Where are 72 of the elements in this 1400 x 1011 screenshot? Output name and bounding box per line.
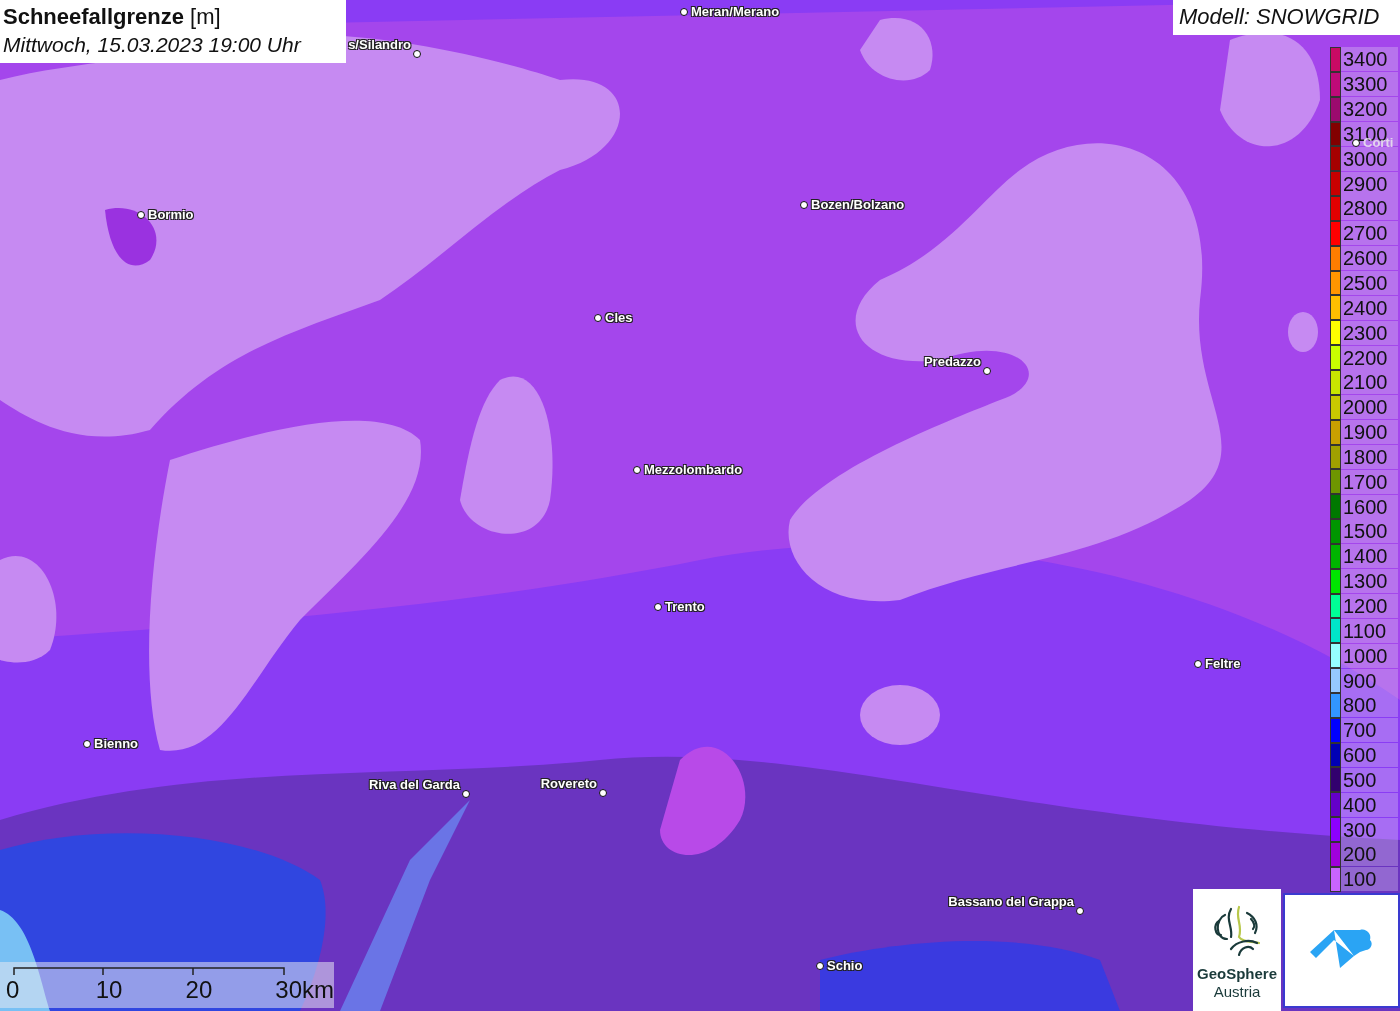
- logo-text: Austria: [1213, 983, 1261, 1001]
- legend-label: 800: [1341, 693, 1398, 718]
- scale-label: 0: [6, 975, 21, 1005]
- legend-label: 1200: [1341, 594, 1398, 618]
- legend-label: 2200: [1341, 345, 1398, 370]
- place-label: Bassano del Grappa: [948, 894, 1074, 909]
- place-marker-icon: [800, 201, 808, 209]
- model-label: Modell: SNOWGRID: [1173, 0, 1400, 35]
- legend-label: 2900: [1341, 171, 1398, 196]
- place-marker-icon: [1194, 660, 1202, 668]
- legend-label: 2300: [1341, 320, 1398, 345]
- legend-label: 300: [1341, 817, 1398, 842]
- legend-label: 400: [1341, 792, 1398, 817]
- legend-label: 500: [1341, 767, 1398, 792]
- legend-label: 1500: [1341, 519, 1398, 544]
- place-marker-icon: [137, 211, 145, 219]
- place-label: Cles: [605, 310, 633, 325]
- place-marker-icon: [83, 740, 91, 748]
- place-marker-icon: [1076, 907, 1084, 915]
- place-label: s/Silandro: [348, 37, 411, 52]
- place-marker-icon: [462, 790, 470, 798]
- place-marker-icon: [654, 603, 662, 611]
- place-marker-icon: [413, 50, 421, 58]
- logo-text: GeoSphere: [1197, 965, 1277, 983]
- scale-bar-icon: [13, 967, 285, 975]
- place-label: Riva del Garda: [368, 777, 460, 792]
- legend-label: 3400: [1341, 47, 1398, 72]
- legend-label: 1900: [1341, 420, 1398, 445]
- legend-label: 1100: [1341, 618, 1398, 643]
- legend-label: 1000: [1341, 643, 1398, 668]
- legend-label: 1700: [1341, 469, 1398, 494]
- map-title: Schneefallgrenze [m]: [3, 3, 222, 31]
- legend-label: 900: [1341, 668, 1398, 693]
- scale-label: 20: [185, 975, 214, 1005]
- place-label: Rovereto: [540, 776, 597, 791]
- legend-label: 2000: [1341, 395, 1398, 420]
- legend-label: 200: [1341, 842, 1398, 867]
- place-label: Predazzo: [923, 354, 981, 369]
- legend-label: 1400: [1341, 544, 1398, 569]
- legend-label: 1300: [1341, 569, 1398, 594]
- place-marker-icon: [1352, 139, 1360, 147]
- place-label: Schio: [827, 958, 863, 973]
- place-label: Bormio: [148, 207, 194, 222]
- legend-label: 2100: [1341, 370, 1398, 395]
- map-datetime: Mittwoch, 15.03.2023 19:00 Uhr: [3, 32, 303, 58]
- place-label: Trento: [665, 599, 705, 614]
- place-label: Meran/Merano: [691, 4, 780, 19]
- legend-label: 600: [1341, 743, 1398, 768]
- legend-label: 2400: [1341, 295, 1398, 320]
- legend-label: 2800: [1341, 196, 1398, 221]
- place-marker-icon: [633, 466, 641, 474]
- legend-label: 3000: [1341, 146, 1398, 171]
- place-label: Feltre: [1205, 656, 1241, 671]
- scale-label: 30km: [275, 975, 334, 1005]
- scale-label: 10: [95, 975, 124, 1005]
- legend-label: 2700: [1341, 221, 1398, 246]
- legend-label: 100: [1341, 867, 1398, 892]
- place-marker-icon: [599, 789, 607, 797]
- place-label: Mezzolombardo: [644, 462, 743, 477]
- legend-label: 1800: [1341, 444, 1398, 469]
- legend-label: 700: [1341, 718, 1398, 743]
- legend-label: 3300: [1341, 72, 1398, 97]
- place-marker-icon: [816, 962, 824, 970]
- legend-label: 2500: [1341, 271, 1398, 295]
- legend-label: 1600: [1341, 494, 1398, 519]
- place-marker-icon: [680, 8, 688, 16]
- place-label: Bienno: [94, 736, 139, 751]
- legend-label: 3200: [1341, 97, 1398, 122]
- place-marker-icon: [594, 314, 602, 322]
- legend-label: 2600: [1341, 246, 1398, 271]
- place-label: Bozen/Bolzano: [811, 197, 905, 212]
- place-marker-icon: [983, 367, 991, 375]
